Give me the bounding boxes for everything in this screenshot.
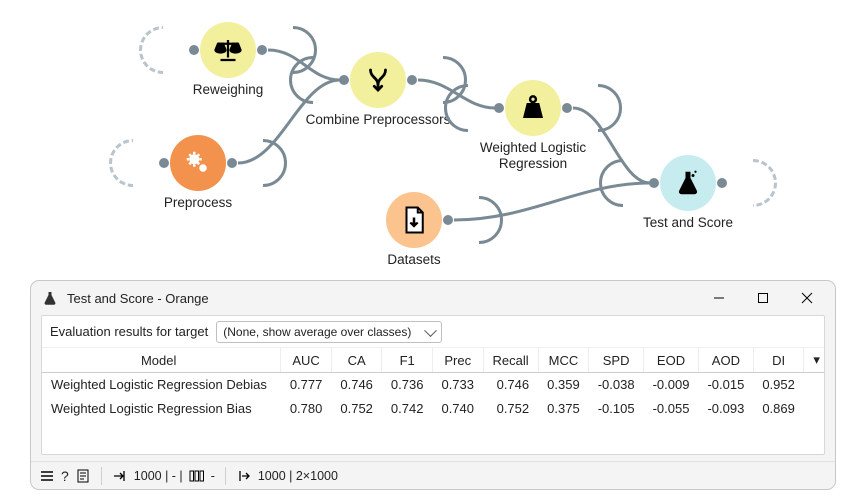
help-icon[interactable]: ? — [61, 469, 69, 483]
output-port[interactable] — [443, 204, 459, 236]
col-eod[interactable]: EOD — [644, 348, 699, 373]
output-arrow-icon — [236, 468, 252, 484]
cell-metric: 0.752 — [331, 397, 382, 421]
target-class-value: (None, show average over classes) — [223, 325, 411, 339]
weight-icon — [518, 93, 548, 123]
cell-metric: 0.777 — [281, 373, 332, 397]
output-port[interactable] — [407, 64, 423, 96]
col-aod[interactable]: AOD — [698, 348, 753, 373]
node-weighted-logistic-regression[interactable]: Weighted Logistic Regression — [505, 80, 561, 136]
col-prec[interactable]: Prec — [432, 348, 483, 373]
file-download-icon — [399, 205, 429, 235]
target-class-select[interactable]: (None, show average over classes) — [216, 321, 442, 343]
col-mcc[interactable]: MCC — [538, 348, 589, 373]
cell-metric: 0.752 — [483, 397, 538, 421]
col-f1[interactable]: F1 — [382, 348, 433, 373]
menu-icon[interactable] — [39, 468, 55, 484]
col-auc[interactable]: AUC — [281, 348, 332, 373]
evaluation-label: Evaluation results for target — [50, 324, 208, 339]
cell-metric: -0.015 — [698, 373, 753, 397]
cell-metric: 0.740 — [432, 397, 483, 421]
evaluation-toolbar: Evaluation results for target (None, sho… — [42, 316, 824, 348]
table-header-row: Model AUC CA F1 Prec Recall MCC SPD EOD … — [42, 348, 825, 373]
col-recall[interactable]: Recall — [483, 348, 538, 373]
cell-metric: -0.093 — [698, 397, 753, 421]
output-port[interactable] — [562, 92, 578, 124]
table-row[interactable]: Weighted Logistic Regression Debias0.777… — [42, 373, 825, 397]
cell-metric: 0.736 — [382, 373, 433, 397]
cell-metric: 0.375 — [538, 397, 589, 421]
cell-model: Weighted Logistic Regression Debias — [42, 373, 281, 397]
gears-icon — [183, 148, 213, 178]
window-content: Evaluation results for target (None, sho… — [41, 315, 825, 455]
node-label: Combine Preprocessors — [298, 112, 458, 128]
cell-metric: 0.746 — [483, 373, 538, 397]
col-model[interactable]: Model — [42, 348, 281, 373]
cell-metric: 0.780 — [281, 397, 332, 421]
node-label: Test and Score — [608, 215, 768, 231]
node-label: Preprocess — [118, 195, 278, 211]
col-di[interactable]: DI — [753, 348, 804, 373]
status-output-text: 1000 | 2×1000 — [258, 469, 338, 483]
maximize-button[interactable] — [741, 283, 785, 313]
status-input-text: 1000 | - | — [134, 469, 183, 483]
cell-metric: 0.746 — [331, 373, 382, 397]
minimize-button[interactable] — [697, 283, 741, 313]
workflow-canvas[interactable]: Reweighing Combine Preprocessors Preproc… — [0, 0, 856, 280]
node-test-and-score[interactable]: Test and Score — [660, 155, 716, 211]
output-port[interactable] — [227, 147, 243, 179]
orange-app-icon — [41, 289, 59, 307]
window-title: Test and Score - Orange — [67, 291, 209, 306]
sort-indicator[interactable]: ▾ — [804, 348, 825, 373]
col-spd[interactable]: SPD — [589, 348, 644, 373]
report-icon[interactable] — [75, 468, 91, 484]
columns-icon — [189, 468, 205, 484]
output-port[interactable] — [257, 34, 273, 66]
results-table[interactable]: Model AUC CA F1 Prec Recall MCC SPD EOD … — [42, 348, 825, 421]
titlebar[interactable]: Test and Score - Orange — [31, 281, 835, 315]
input-arrow-icon — [112, 468, 128, 484]
node-combine-preprocessors[interactable]: Combine Preprocessors — [350, 52, 406, 108]
cell-metric: 0.869 — [753, 397, 804, 421]
node-label: Reweighing — [148, 82, 308, 98]
input-port[interactable] — [643, 167, 659, 199]
combine-icon — [363, 65, 393, 95]
cell-model: Weighted Logistic Regression Bias — [42, 397, 281, 421]
input-port[interactable] — [153, 147, 169, 179]
statusbar: ? 1000 | - | - 1000 | 2×1000 — [31, 461, 835, 489]
cell-metric: -0.055 — [644, 397, 699, 421]
node-preprocess[interactable]: Preprocess — [170, 135, 226, 191]
cell-metric: -0.105 — [589, 397, 644, 421]
col-ca[interactable]: CA — [331, 348, 382, 373]
cell-metric: 0.952 — [753, 373, 804, 397]
scale-icon — [213, 35, 243, 65]
cell-metric: -0.038 — [589, 373, 644, 397]
cell-metric: 0.733 — [432, 373, 483, 397]
node-reweighing[interactable]: Reweighing — [200, 22, 256, 78]
close-button[interactable] — [785, 283, 829, 313]
flask-icon — [673, 168, 703, 198]
cell-metric: 0.359 — [538, 373, 589, 397]
test-and-score-window: Test and Score - Orange Evaluation resul… — [30, 280, 836, 490]
node-label: Datasets — [334, 252, 494, 268]
status-dash: - — [211, 469, 215, 483]
node-label: Weighted Logistic Regression — [458, 140, 608, 172]
node-datasets[interactable]: Datasets — [386, 192, 442, 248]
input-port[interactable] — [333, 64, 349, 96]
table-row[interactable]: Weighted Logistic Regression Bias0.7800.… — [42, 397, 825, 421]
output-port[interactable] — [717, 167, 733, 199]
input-port[interactable] — [183, 34, 199, 66]
cell-metric: -0.009 — [644, 373, 699, 397]
input-port[interactable] — [488, 92, 504, 124]
cell-metric: 0.742 — [382, 397, 433, 421]
